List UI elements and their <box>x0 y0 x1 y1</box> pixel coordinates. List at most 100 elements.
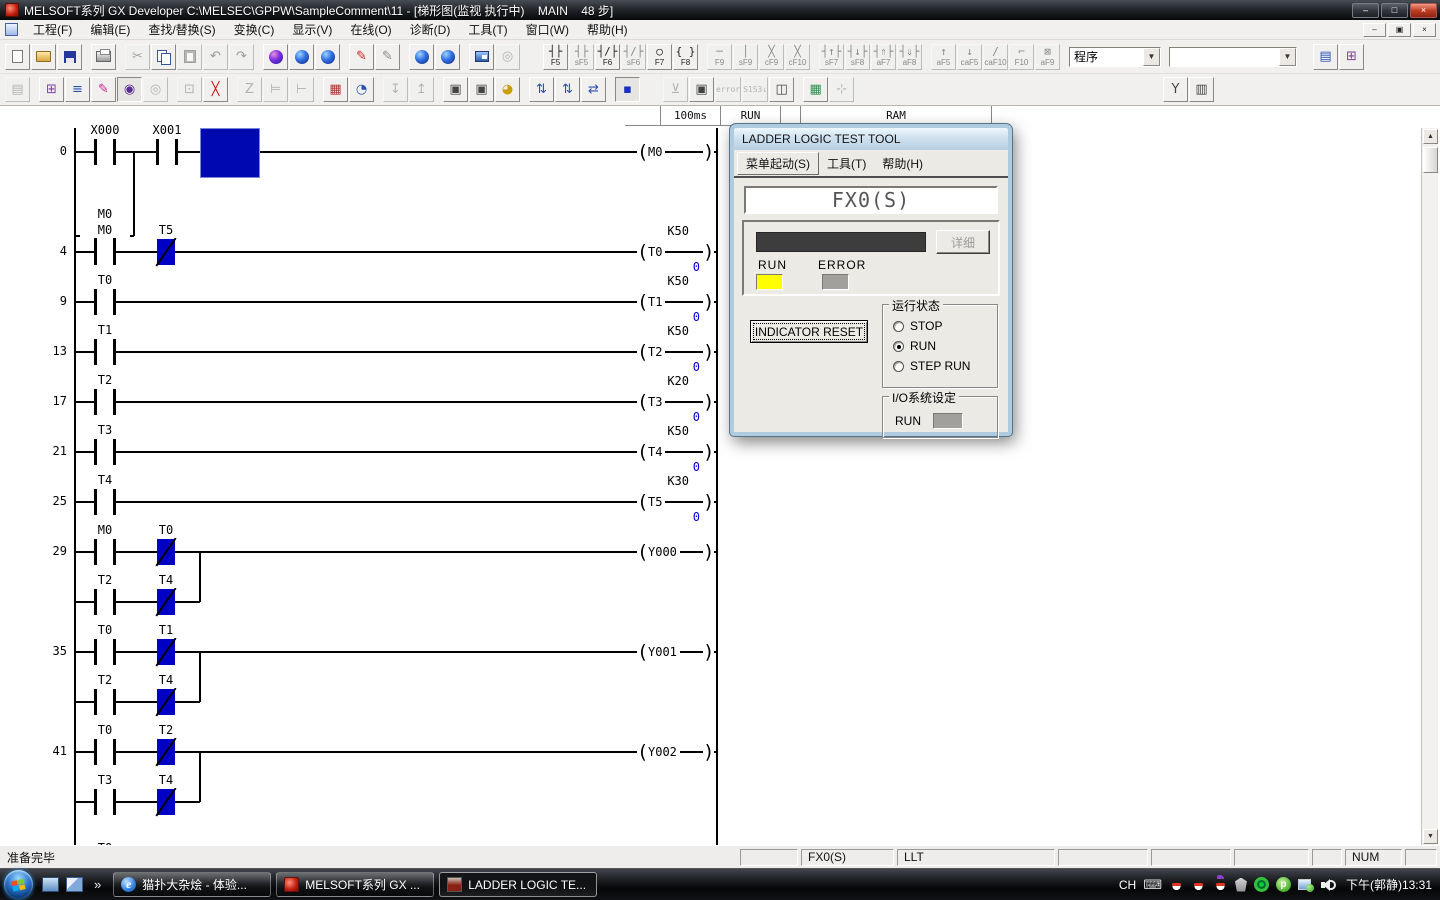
skip-execution-icon-glyph: Z <box>245 83 254 97</box>
language-indicator[interactable]: CH <box>1119 878 1136 892</box>
qq-icon-2[interactable] <box>1191 877 1206 892</box>
new-window-icon[interactable]: ▣ <box>469 77 494 102</box>
indicator-reset-button[interactable]: INDICATOR RESET <box>750 320 868 343</box>
comment-display-icon[interactable]: ▤ <box>1313 44 1338 70</box>
new-project-icon[interactable] <box>5 44 30 70</box>
open-project-icon[interactable] <box>31 44 56 70</box>
radio-run-circle[interactable] <box>893 341 904 352</box>
close-button[interactable]: × <box>1410 3 1437 18</box>
edit-cursor[interactable] <box>200 128 260 178</box>
device-find-icon[interactable] <box>409 44 434 70</box>
write-mode-icon[interactable]: ✎ <box>349 44 374 70</box>
taskbar-clock[interactable]: 下午(郭静)13:31 <box>1346 876 1432 893</box>
print-icon[interactable] <box>91 44 116 70</box>
menu-item-1[interactable]: 编辑(E) <box>81 19 139 40</box>
tray-green-ring-icon[interactable] <box>1254 877 1269 892</box>
taskbar-task-0[interactable]: e猫扑大杂烩 - 体验... <box>113 872 271 897</box>
dialog-title-bar[interactable]: LADDER LOGIC TEST TOOL <box>734 128 1008 150</box>
device-label: T4 <box>141 573 191 588</box>
menu-item-6[interactable]: 诊断(D) <box>401 19 460 40</box>
radio-stop-circle[interactable] <box>893 321 904 332</box>
radio-step-run-circle[interactable] <box>893 361 904 372</box>
minimize-button[interactable]: – <box>1352 3 1379 18</box>
mdi-minimize-button[interactable]: – <box>1363 23 1386 37</box>
menu-start[interactable]: 菜单起动(S) <box>737 152 819 175</box>
statement-display-icon[interactable]: ⊞ <box>1339 44 1364 70</box>
taskbar-task-1[interactable]: MELSOFT系列 GX ... <box>276 872 434 897</box>
volume-icon[interactable] <box>1321 878 1337 892</box>
radio-step-run[interactable]: STEP RUN <box>893 359 970 373</box>
menu-item-4[interactable]: 显示(V) <box>283 19 341 40</box>
program-list-icon: ▤ <box>5 77 30 102</box>
tray-utility-icon[interactable] <box>1235 878 1247 892</box>
screen-swap-icon[interactable] <box>469 44 494 70</box>
ladder-edit-mode-icon[interactable]: ✎ <box>91 77 116 102</box>
tray-pps-icon[interactable]: p <box>1276 877 1291 892</box>
menu-item-3[interactable]: 变换(C) <box>225 19 284 40</box>
qq-icon-3[interactable] <box>1213 877 1228 892</box>
f8-application-button[interactable]: { }F8 <box>673 44 698 70</box>
mdi-close-button[interactable]: × <box>1413 23 1436 37</box>
save-project-icon[interactable] <box>57 44 82 70</box>
help-icon[interactable]: ◕ <box>495 77 520 102</box>
cascade-windows-icon[interactable]: ▣ <box>689 77 714 102</box>
data-name-combo-arrow-icon[interactable]: ▼ <box>1279 48 1296 66</box>
vertical-scrollbar[interactable]: ▲ ▼ <box>1421 128 1438 845</box>
network-monitor-icon[interactable]: ▦ <box>803 77 828 102</box>
menu-help[interactable]: 帮助(H) <box>874 153 931 174</box>
copy-icon[interactable] <box>151 44 176 70</box>
device-batch-monitor-icon[interactable]: ▦ <box>323 77 348 102</box>
mdi-document-icon[interactable] <box>5 23 18 36</box>
monitor-stop-icon[interactable]: ╳ <box>203 77 228 102</box>
show-desktop-icon[interactable] <box>42 877 59 892</box>
quicklaunch-chevron[interactable]: » <box>94 877 101 892</box>
insert-write-icon[interactable]: ✎ <box>375 44 400 70</box>
f5-open-contact-button[interactable]: ┤├F5 <box>543 44 568 70</box>
block-monitor-icon[interactable]: ◫ <box>769 77 794 102</box>
scan-time-icon[interactable]: ◔ <box>349 77 374 102</box>
find-icon[interactable] <box>263 44 288 70</box>
find-replace-icon[interactable] <box>289 44 314 70</box>
radio-run[interactable]: RUN <box>893 339 936 353</box>
menu-item-9[interactable]: 帮助(H) <box>578 19 637 40</box>
sfc-block-list-icon[interactable]: Y <box>1163 77 1188 102</box>
status-panel-5 <box>1234 849 1309 866</box>
f6-closed-contact-button[interactable]: ┤/├F6 <box>595 44 620 70</box>
menu-item-0[interactable]: 工程(F) <box>24 19 81 40</box>
data-type-combo[interactable]: 程序▼ <box>1069 47 1161 67</box>
qq-icon-1[interactable] <box>1169 877 1184 892</box>
menu-item-8[interactable]: 窗口(W) <box>517 19 578 40</box>
open-window-icon[interactable]: ▣ <box>443 77 468 102</box>
network-icon[interactable] <box>1298 878 1314 892</box>
scrollbar-thumb[interactable] <box>1423 147 1438 173</box>
menu-item-5[interactable]: 在线(O) <box>341 19 400 40</box>
monitor-window-icon[interactable]: ▪ <box>615 77 640 102</box>
project-data-list-icon[interactable]: ≡ <box>65 77 90 102</box>
device-list-icon[interactable]: ▥ <box>1189 77 1214 102</box>
start-button[interactable] <box>4 870 33 899</box>
scroll-up-icon[interactable]: ▲ <box>1423 129 1438 144</box>
f7-coil-button[interactable]: ○F7 <box>647 44 672 70</box>
switch-windows-icon[interactable] <box>66 877 83 892</box>
contact-coil-find-icon[interactable] <box>435 44 460 70</box>
data-type-combo-arrow-icon[interactable]: ▼ <box>1143 48 1160 66</box>
menu-tools[interactable]: 工具(T) <box>819 153 874 174</box>
contact-no <box>94 439 116 465</box>
detail-button[interactable]: 详细 <box>936 230 990 254</box>
transfer-setup-icon[interactable]: ⊞ <box>39 77 64 102</box>
insert-rung-icon[interactable]: ⇄ <box>581 77 606 102</box>
menu-item-7[interactable]: 工具(T) <box>459 19 516 40</box>
insert-line-icon[interactable]: ⇅ <box>529 77 554 102</box>
keyboard-icon[interactable]: ⌨ <box>1143 877 1162 893</box>
radio-stop[interactable]: STOP <box>893 319 942 333</box>
mdi-restore-button[interactable]: ▣ <box>1388 23 1411 37</box>
taskbar-task-2[interactable]: LADDER LOGIC TE... <box>439 872 597 897</box>
scroll-down-icon[interactable]: ▼ <box>1423 829 1438 844</box>
data-name-combo[interactable]: ▼ <box>1169 47 1297 67</box>
find-string-icon[interactable] <box>315 44 340 70</box>
coil-close-paren: ) <box>703 540 714 564</box>
monitor-mode-icon[interactable]: ◉ <box>117 77 142 102</box>
maximize-button[interactable]: □ <box>1381 3 1408 18</box>
menu-item-2[interactable]: 查找/替换(S) <box>139 19 224 40</box>
delete-line-icon[interactable]: ⇅ <box>555 77 580 102</box>
